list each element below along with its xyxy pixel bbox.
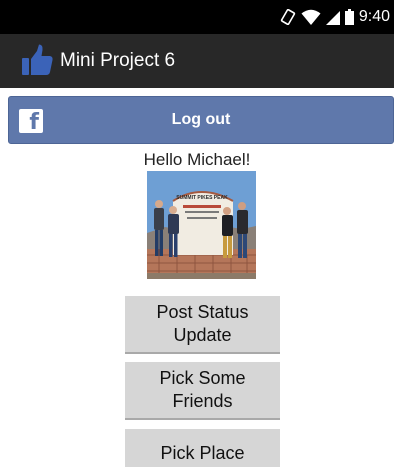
app-title: Mini Project 6 [60,50,176,71]
signal-icon [325,9,340,25]
action-bar: Mini Project 6 [0,34,394,88]
post-status-update-label: Post Status Update [156,302,249,345]
pick-place-label: Pick Place [160,442,245,463]
vibrate-icon [280,9,296,25]
status-bar: 9:40 [0,0,394,34]
logout-label: Log out [171,111,231,128]
facebook-logout-button[interactable]: f Log out [8,96,394,144]
pick-place-button[interactable]: Pick Place [125,429,280,467]
pick-friends-label: Pick Some Friends [159,368,246,411]
wifi-icon [301,9,321,25]
greeting-text: Hello Michael! [143,150,251,169]
status-icons: 9:40 [280,8,390,26]
clock: 9:40 [358,8,390,25]
battery-icon [344,9,354,25]
thumbs-up-icon [20,43,54,77]
sign-text: SUMMIT PIKES PEAK [176,195,228,201]
app-screen: 9:40 Mini Project 6 f Log out Hello Mich… [0,0,394,467]
post-status-update-button[interactable]: Post Status Update [125,296,280,354]
pick-friends-button[interactable]: Pick Some Friends [125,362,280,420]
profile-photo: SUMMIT PIKES PEAK [147,171,256,279]
